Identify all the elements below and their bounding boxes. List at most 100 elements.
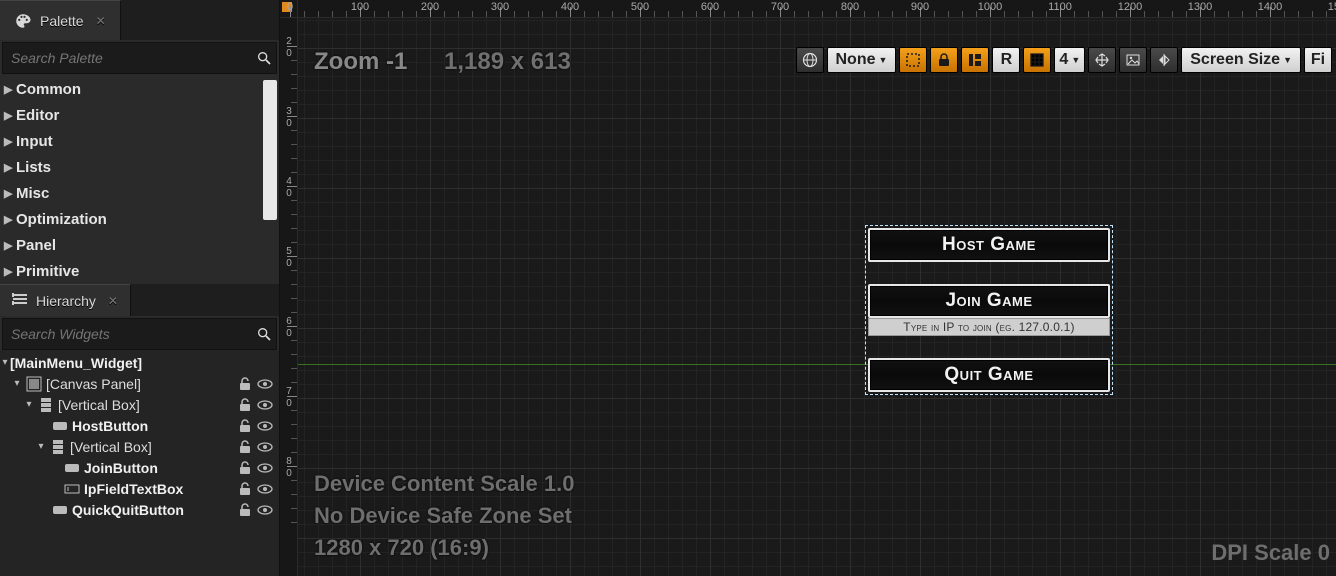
unlock-icon[interactable] xyxy=(237,481,253,497)
palette-category[interactable]: ▶Primitive xyxy=(0,258,279,284)
localization-mode-button[interactable]: None▼ xyxy=(827,47,897,73)
ruler-tick-label: 800 xyxy=(841,1,859,13)
search-icon[interactable] xyxy=(252,46,276,70)
tree-row-vbox1[interactable]: ▾ [Vertical Box] xyxy=(0,394,279,415)
close-icon[interactable]: ✕ xyxy=(108,294,118,308)
ruler-tick-label: 8 xyxy=(282,457,296,467)
close-icon[interactable]: ✕ xyxy=(96,14,106,28)
tree-row-canvas[interactable]: ▾ [Canvas Panel] xyxy=(0,373,279,394)
localization-button[interactable] xyxy=(796,47,824,73)
loc-mode-label: None xyxy=(836,51,876,69)
ruler-tick-label: 600 xyxy=(701,1,719,13)
globe-icon xyxy=(802,52,818,68)
unlock-icon[interactable] xyxy=(237,418,253,434)
viewport-info-bottom: Device Content Scale 1.0 No Device Safe … xyxy=(314,468,574,564)
ruler-tick-label: 1200 xyxy=(1118,1,1142,13)
search-icon[interactable] xyxy=(252,322,276,346)
tree-label: [Canvas Panel] xyxy=(46,376,141,392)
ruler-horizontal: 0100200300400500600700800900100011001200… xyxy=(298,0,1336,18)
tree-label: [Vertical Box] xyxy=(70,439,152,455)
ruler-tick-label: 0 xyxy=(287,1,293,13)
tree-row-quit[interactable]: QuickQuitButton xyxy=(0,499,279,520)
eye-icon[interactable] xyxy=(257,502,273,518)
tree-row-ip[interactable]: IpFieldTextBox xyxy=(0,478,279,499)
ruler-tick-label: 0 xyxy=(282,49,296,59)
eye-icon[interactable] xyxy=(257,418,273,434)
scrollbar[interactable] xyxy=(263,80,277,220)
palette-category[interactable]: ▶Optimization xyxy=(0,206,279,232)
screen-size-label: Screen Size xyxy=(1190,51,1280,69)
join-game-button[interactable]: Join Game xyxy=(868,284,1110,318)
palette-category[interactable]: ▶Misc xyxy=(0,180,279,206)
fill-label: Fi xyxy=(1311,51,1325,69)
unlock-icon[interactable] xyxy=(237,460,253,476)
ruler-tick-label: 700 xyxy=(771,1,789,13)
ip-field[interactable]: Type in IP to join (eg. 127.0.0.1) xyxy=(868,318,1110,336)
eye-icon[interactable] xyxy=(257,481,273,497)
eye-icon[interactable] xyxy=(257,439,273,455)
ruler-tick-label: 7 xyxy=(282,387,296,397)
hierarchy-icon xyxy=(12,291,28,310)
respect-locks-button[interactable]: R xyxy=(992,47,1020,73)
grid-snap-button[interactable] xyxy=(1023,47,1051,73)
ruler-tick-label: 900 xyxy=(911,1,929,13)
fill-button[interactable]: Fi xyxy=(1304,47,1332,73)
snap-value-button[interactable]: 4▼ xyxy=(1054,47,1085,73)
host-game-label: Host Game xyxy=(942,234,1036,256)
palette-label: Panel xyxy=(16,237,56,254)
unlock-icon[interactable] xyxy=(237,439,253,455)
palette-search-input[interactable] xyxy=(3,50,252,66)
ruler-tick-label: 3 xyxy=(282,107,296,117)
dashed-rect-icon xyxy=(905,52,921,68)
tree-row-vbox2[interactable]: ▾ [Vertical Box] xyxy=(0,436,279,457)
eye-icon[interactable] xyxy=(257,397,273,413)
selected-widget[interactable]: Host Game Join Game Type in IP to join (… xyxy=(868,228,1110,392)
grid-icon xyxy=(1029,52,1045,68)
ruler-tick-label: 300 xyxy=(491,1,509,13)
tree-row-root[interactable]: ▾ [MainMenu_Widget] xyxy=(0,352,279,373)
designer-viewport: 0100200300400500600700800900100011001200… xyxy=(280,0,1336,576)
resolution-button[interactable] xyxy=(1088,47,1116,73)
ruler-tick-label: 0 xyxy=(282,469,296,479)
tree-label: IpFieldTextBox xyxy=(84,481,183,497)
palette-category[interactable]: ▶Input xyxy=(0,128,279,154)
dpi-label: DPI Scale 0 xyxy=(1211,540,1330,566)
left-panel: Palette ✕ ▶Common ▶Editor ▶Input ▶Lists … xyxy=(0,0,280,576)
unlock-icon[interactable] xyxy=(237,397,253,413)
hierarchy-tree: ▾ [MainMenu_Widget] ▾ [Canvas Panel] ▾ [… xyxy=(0,350,279,576)
eye-icon[interactable] xyxy=(257,376,273,392)
palette-category[interactable]: ▶Panel xyxy=(0,232,279,258)
unlock-icon[interactable] xyxy=(237,502,253,518)
unlock-icon[interactable] xyxy=(237,376,253,392)
palette-category[interactable]: ▶Editor xyxy=(0,102,279,128)
tree-row-host[interactable]: HostButton xyxy=(0,415,279,436)
arrows-icon xyxy=(1094,52,1110,68)
hierarchy-search-input[interactable] xyxy=(3,326,252,342)
palette-category[interactable]: ▶Common xyxy=(0,76,279,102)
lock-button[interactable] xyxy=(930,47,958,73)
tab-hierarchy[interactable]: Hierarchy ✕ xyxy=(0,284,131,316)
palette-category[interactable]: ▶Lists xyxy=(0,154,279,180)
screen-size-button[interactable]: Screen Size▼ xyxy=(1181,47,1301,73)
tab-palette[interactable]: Palette ✕ xyxy=(0,0,121,40)
palette-label: Editor xyxy=(16,107,59,124)
tree-row-join[interactable]: JoinButton xyxy=(0,457,279,478)
canvas[interactable]: Zoom -1 1,189 x 613 Device Content Scale… xyxy=(298,18,1336,576)
dashed-outline-button[interactable] xyxy=(899,47,927,73)
snap-value-label: 4 xyxy=(1059,51,1068,69)
palette-tab-label: Palette xyxy=(40,13,84,29)
device-scale-label: Device Content Scale 1.0 xyxy=(314,468,574,500)
origin-line xyxy=(298,364,1336,365)
tree-label: QuickQuitButton xyxy=(72,502,184,518)
eye-icon[interactable] xyxy=(257,460,273,476)
layout-button[interactable] xyxy=(961,47,989,73)
quit-game-button[interactable]: Quit Game xyxy=(868,358,1110,392)
flip-icon xyxy=(1156,52,1172,68)
zoom-label: Zoom -1 xyxy=(314,48,407,75)
ruler-tick-label: 1300 xyxy=(1188,1,1212,13)
host-game-button[interactable]: Host Game xyxy=(868,228,1110,262)
tree-label: JoinButton xyxy=(84,460,158,476)
flip-button[interactable] xyxy=(1150,47,1178,73)
ruler-tick-label: 4 xyxy=(282,177,296,187)
image-button[interactable] xyxy=(1119,47,1147,73)
